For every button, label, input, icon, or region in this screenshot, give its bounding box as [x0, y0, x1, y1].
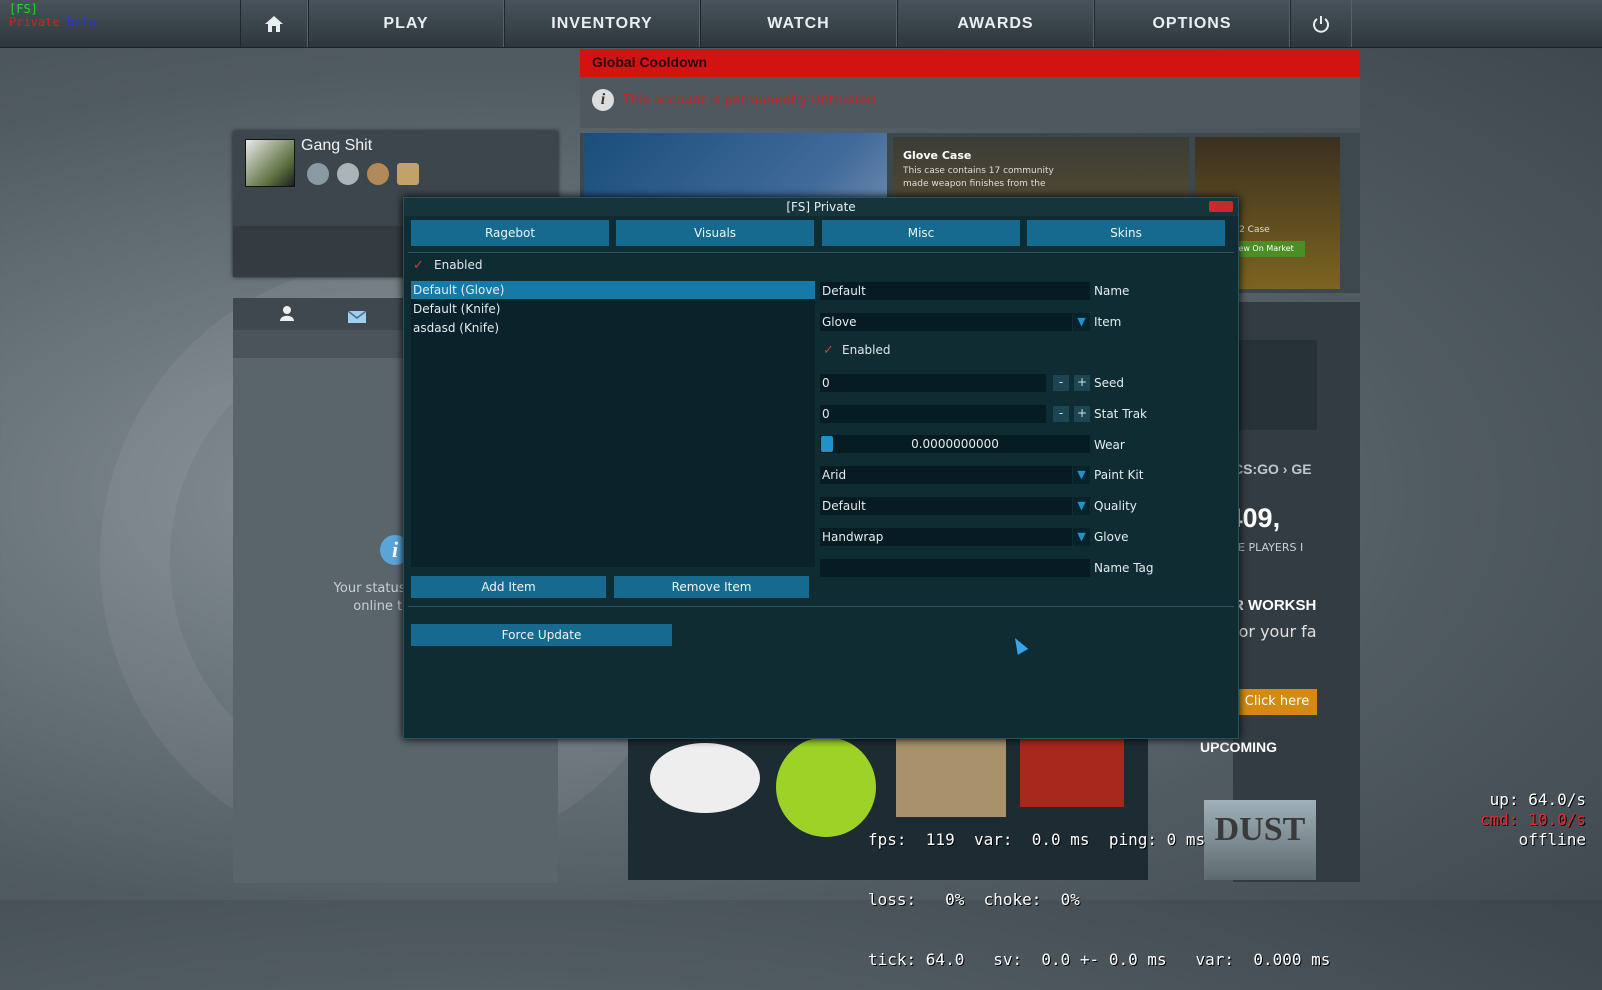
- paint-kit-label: Paint Kit: [1094, 468, 1144, 482]
- news-unique-label: UE PLAYERS I: [1230, 541, 1304, 554]
- sticker-hydra: [776, 737, 876, 837]
- add-item-button[interactable]: Add Item: [411, 576, 606, 598]
- cmd-rate: cmd: 10.0/s: [1480, 810, 1586, 829]
- medal-icon[interactable]: [367, 163, 389, 185]
- cooldown-header: Global Cooldown: [580, 49, 1360, 77]
- close-button[interactable]: [1209, 201, 1233, 212]
- glove-case-desc: This case contains 17 community made wea…: [903, 166, 1054, 189]
- enabled-label: Enabled: [434, 258, 483, 272]
- netgraph: fps: 119 var: 0.0 ms ping: 0 ms loss: 0%…: [868, 790, 1330, 990]
- remove-item-button[interactable]: Remove Item: [614, 576, 809, 598]
- item-enabled-label: Enabled: [842, 343, 891, 357]
- netgraph-line: tick: 64.0 sv: 0.0 +- 0.0 ms var: 0.000 …: [868, 950, 1331, 969]
- glove-label: Glove: [1094, 530, 1129, 544]
- tab-visuals[interactable]: Visuals: [616, 220, 814, 246]
- news-video[interactable]: [1237, 340, 1317, 430]
- netgraph-rates: up: 64.0/s cmd: 10.0/s offline: [1480, 790, 1586, 850]
- cheat-tag: [FS] Private beta: [9, 3, 96, 29]
- quality-dropdown[interactable]: Default: [820, 497, 1072, 515]
- list-item[interactable]: Default (Glove): [411, 281, 815, 299]
- item-list[interactable]: Default (Glove) Default (Knife) asdasd (…: [411, 281, 815, 567]
- stattrak-minus-button[interactable]: -: [1053, 406, 1069, 422]
- chevron-down-icon[interactable]: ▼: [1073, 466, 1090, 484]
- window-title[interactable]: [FS] Private: [404, 198, 1238, 216]
- top-navigation: [FS] Private beta PLAY INVENTORY WATCH A…: [0, 0, 1602, 48]
- nav-play[interactable]: PLAY: [308, 0, 504, 47]
- wear-value: 0.0000000000: [911, 437, 999, 451]
- name-tag-label: Name Tag: [1094, 561, 1154, 575]
- news-workshop-text: for your fa: [1233, 622, 1317, 641]
- name-label: Name: [1094, 284, 1130, 298]
- name-field[interactable]: Default: [820, 282, 1090, 300]
- list-item[interactable]: Default (Knife): [411, 300, 815, 318]
- seed-minus-button[interactable]: -: [1053, 375, 1069, 391]
- list-item[interactable]: asdasd (Knife): [411, 319, 815, 337]
- name-tag-field[interactable]: [820, 559, 1090, 577]
- chevron-down-icon[interactable]: ▼: [1073, 497, 1090, 515]
- divider: [408, 606, 1234, 607]
- item-label: Item: [1094, 315, 1122, 329]
- glove-case-title: Glove Case: [903, 149, 972, 162]
- seed-field[interactable]: 0: [820, 374, 1046, 392]
- beta-label: beta: [66, 15, 96, 29]
- sticker-skull: [650, 743, 760, 813]
- upcoming-title: UPCOMING: [1200, 739, 1277, 755]
- force-update-button[interactable]: Force Update: [411, 624, 672, 646]
- offline-status: offline: [1518, 830, 1586, 849]
- home-button[interactable]: [240, 0, 308, 47]
- power-icon: [1311, 15, 1331, 33]
- item-dropdown[interactable]: Glove: [820, 313, 1072, 331]
- tab-skins[interactable]: Skins: [1027, 220, 1225, 246]
- stattrak-label: Stat Trak: [1094, 407, 1147, 421]
- skin-changer-window: [FS] Private Ragebot Visuals Misc Skins …: [403, 197, 1239, 739]
- nav-options[interactable]: OPTIONS: [1094, 0, 1290, 47]
- private-label: Private: [9, 15, 60, 29]
- cooldown-message: This account is permanently Untrusted: [623, 93, 876, 108]
- avatar[interactable]: [245, 139, 295, 187]
- seed-plus-button[interactable]: +: [1074, 375, 1090, 391]
- tab-misc[interactable]: Misc: [822, 220, 1020, 246]
- profile-name[interactable]: Gang Shit: [301, 137, 372, 155]
- news-breadcrumb[interactable]: CS:GO › GE: [1233, 461, 1312, 477]
- nav-inventory[interactable]: INVENTORY: [504, 0, 700, 47]
- enabled-checkbox[interactable]: ✓: [413, 259, 426, 272]
- nav-awards[interactable]: AWARDS: [897, 0, 1094, 47]
- medal-icon[interactable]: [307, 163, 329, 185]
- power-button[interactable]: [1290, 0, 1352, 47]
- paint-kit-dropdown[interactable]: Arid: [820, 466, 1072, 484]
- quality-label: Quality: [1094, 499, 1137, 513]
- chevron-down-icon[interactable]: ▼: [1073, 313, 1090, 331]
- stattrak-plus-button[interactable]: +: [1074, 406, 1090, 422]
- tab-ragebot[interactable]: Ragebot: [411, 220, 609, 246]
- glove-dropdown[interactable]: Handwrap: [820, 528, 1072, 546]
- cooldown-panel: Global Cooldown i This account is perman…: [580, 49, 1360, 128]
- netgraph-line: loss: 0% choke: 0%: [868, 890, 1080, 909]
- mail-icon[interactable]: [347, 308, 367, 327]
- seed-label: Seed: [1094, 376, 1124, 390]
- wear-label: Wear: [1094, 438, 1125, 452]
- divider: [408, 252, 1234, 253]
- news-workshop-title: R WORKSH: [1233, 597, 1317, 614]
- up-rate: up: 64.0/s: [1489, 790, 1586, 809]
- medal-icon[interactable]: [337, 163, 359, 185]
- friends-icon[interactable]: [280, 305, 294, 325]
- netgraph-line: fps: 119 var: 0.0 ms ping: 0 ms: [868, 830, 1206, 849]
- wear-slider[interactable]: 0.0000000000: [820, 435, 1090, 453]
- home-icon: [264, 15, 284, 32]
- info-icon: i: [592, 89, 614, 111]
- item-enabled-checkbox[interactable]: ✓: [823, 344, 836, 357]
- cooldown-title: Global Cooldown: [592, 54, 708, 70]
- chevron-down-icon[interactable]: ▼: [1073, 528, 1090, 546]
- stattrak-field[interactable]: 0: [820, 405, 1046, 423]
- medal-icon[interactable]: [397, 163, 419, 185]
- nav-watch[interactable]: WATCH: [700, 0, 897, 47]
- click-here-button[interactable]: Click here: [1237, 689, 1317, 715]
